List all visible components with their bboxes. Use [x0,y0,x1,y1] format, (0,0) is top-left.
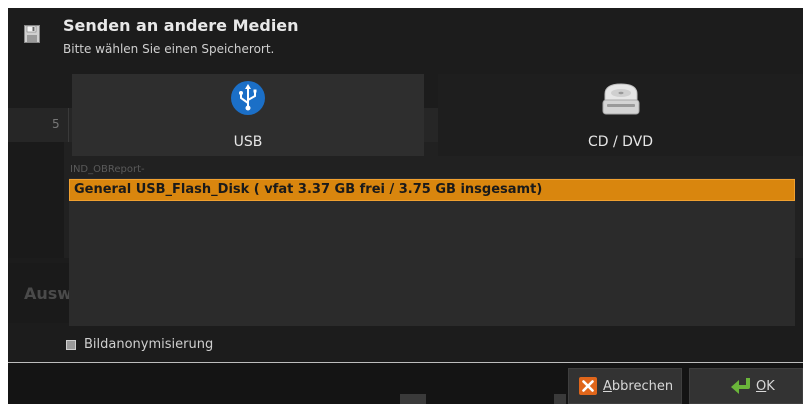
device-list: General USB_Flash_Disk ( vfat 3.37 GB fr… [69,178,795,326]
media-option-label: CD / DVD [587,134,654,150]
ok-button[interactable]: OK [689,368,803,404]
background-fragment [400,394,426,404]
send-to-media-dialog: Senden an andere Medien Bitte wählen Sie… [8,8,803,404]
close-x-icon [579,377,597,395]
background-tab-label: 5 [52,117,60,131]
optical-drive-icon [602,83,639,115]
anonymize-checkbox[interactable] [66,340,76,350]
path-label: IND_OBReport- [70,164,145,175]
cancel-button[interactable]: Abbrechen [568,368,682,404]
media-option-usb[interactable]: USB [72,74,424,156]
background-tab [8,108,69,142]
anonymize-label[interactable]: Bildanonymisierung [84,337,213,352]
ok-label: OK [756,379,775,394]
cancel-label: Abbrechen [603,379,674,394]
media-option-label: USB [233,134,263,150]
floppy-disk-icon [24,25,40,43]
usb-icon [231,81,265,115]
list-item[interactable]: General USB_Flash_Disk ( vfat 3.37 GB fr… [69,179,795,201]
background-fragment [554,394,566,404]
dialog-title: Senden an andere Medien [63,16,299,35]
device-label: General USB_Flash_Disk ( vfat 3.37 GB fr… [74,182,543,197]
dialog-subtitle: Bitte wählen Sie einen Speicherort. [63,42,275,56]
background-left-panel [8,142,64,258]
background-partial-text: Ausw [24,284,73,303]
media-option-cd-dvd[interactable]: CD / DVD [438,74,803,156]
enter-arrow-icon [731,378,750,394]
